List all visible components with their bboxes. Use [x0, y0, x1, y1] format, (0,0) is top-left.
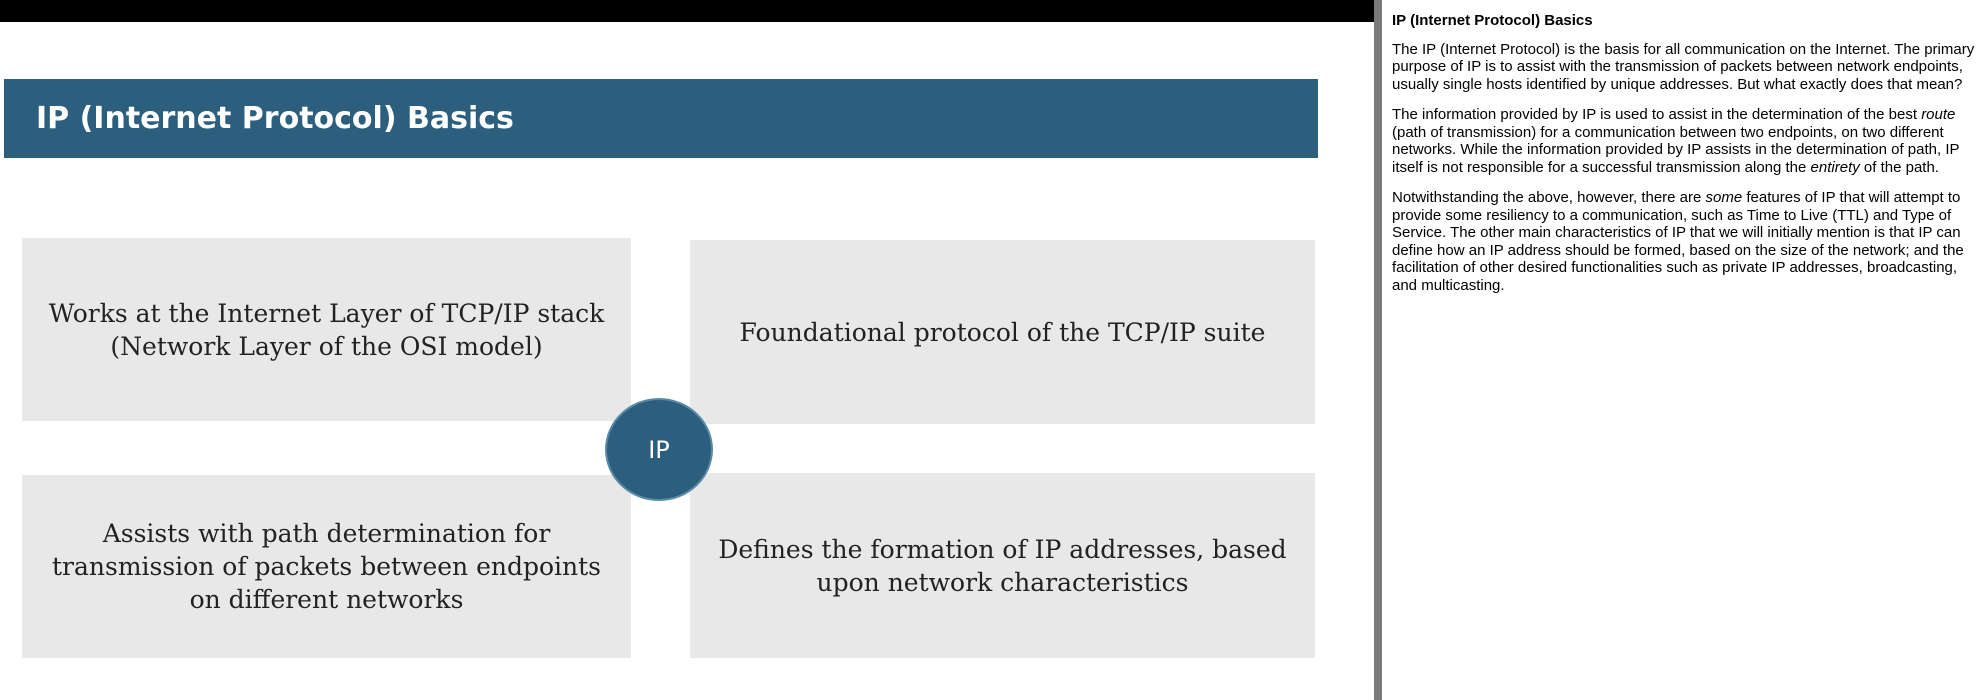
slide-title-banner: IP (Internet Protocol) Basics [4, 79, 1318, 158]
slide-title: IP (Internet Protocol) Basics [36, 101, 514, 136]
box-foundational-protocol-text: Foundational protocol of the TCP/IP suit… [739, 317, 1266, 347]
center-ip-circle: IP [605, 398, 713, 501]
notes-p2-text-e: of the path. [1859, 158, 1939, 176]
box-internet-layer: Works at the Internet Layer of TCP/IP st… [22, 238, 631, 421]
speaker-notes-pane[interactable]: IP (Internet Protocol) Basics The IP (In… [1382, 0, 1988, 700]
notes-p2-text-a: The information provided by IP is used t… [1392, 106, 1922, 123]
notes-p2-emphasis-route: route [1921, 106, 1956, 123]
box-path-determination: Assists with path determination for tran… [22, 475, 631, 658]
pane-splitter[interactable] [1374, 0, 1382, 700]
box-internet-layer-text: Works at the Internet Layer of TCP/IP st… [48, 298, 605, 361]
box-path-determination-text: Assists with path determination for tran… [51, 519, 602, 614]
box-foundational-protocol: Foundational protocol of the TCP/IP suit… [690, 240, 1315, 424]
box-ip-address-formation-text: Defines the formation of IP addresses, b… [718, 534, 1287, 597]
notes-p2-emphasis-entirety: entirety [1810, 158, 1860, 176]
notes-p3-text-a: Notwithstanding the above, however, ther… [1392, 189, 1706, 206]
notes-paragraph-3: Notwithstanding the above, however, ther… [1392, 189, 1982, 294]
notes-title: IP (Internet Protocol) Basics [1392, 12, 1593, 29]
slide-top-bar [0, 0, 1374, 22]
center-ip-label: IP [648, 435, 670, 464]
notes-p3-emphasis-some: some [1705, 189, 1743, 206]
slide-canvas: IP (Internet Protocol) Basics Works at t… [0, 0, 1374, 700]
notes-paragraph-1: The IP (Internet Protocol) is the basis … [1392, 40, 1975, 93]
notes-paragraph-2: The information provided by IP is used t… [1392, 106, 1982, 176]
box-ip-address-formation: Defines the formation of IP addresses, b… [690, 473, 1315, 658]
